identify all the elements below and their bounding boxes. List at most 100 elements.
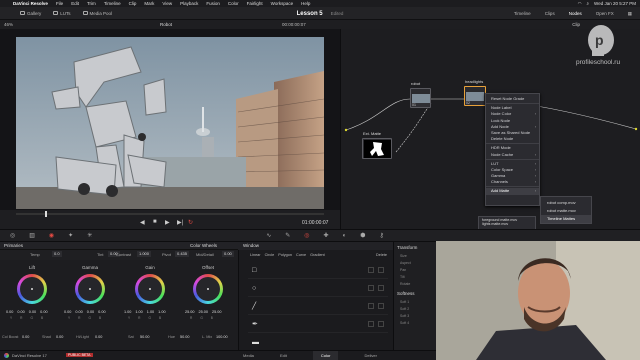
curves-icon[interactable]: ∿ bbox=[266, 232, 271, 239]
menu-item-reset-node-grade[interactable]: Reset Node Grade bbox=[486, 96, 539, 102]
magic-mask-icon[interactable]: ◐ bbox=[343, 233, 347, 239]
soft1-row[interactable]: Soft 1 bbox=[400, 299, 436, 306]
gain-b[interactable]: 1.00 bbox=[158, 310, 165, 314]
gamma-puck[interactable] bbox=[89, 288, 91, 290]
shad-value[interactable]: 0.00 bbox=[56, 335, 63, 339]
node-headlights[interactable]: headlights 02 bbox=[464, 79, 486, 106]
gain-g[interactable]: 1.00 bbox=[147, 310, 154, 314]
window-icon[interactable]: ◎ bbox=[304, 232, 309, 239]
menu-timeline[interactable]: Timeline bbox=[104, 1, 121, 6]
window-row-circle[interactable]: ○ bbox=[248, 281, 388, 297]
checkbox[interactable] bbox=[378, 267, 384, 273]
menu-color[interactable]: Color bbox=[228, 1, 239, 6]
menu-item-add-matte[interactable]: Add Matte › bbox=[486, 188, 539, 195]
menu-file[interactable]: File bbox=[56, 1, 63, 6]
open-fx-toggle[interactable]: Open FX bbox=[596, 11, 614, 16]
menu-fusion[interactable]: Fusion bbox=[206, 1, 220, 6]
offset-puck[interactable] bbox=[207, 288, 209, 290]
menu-item-channels[interactable]: Channels › bbox=[486, 179, 539, 185]
search-icon[interactable]: ⌕ bbox=[587, 1, 590, 6]
checkbox[interactable] bbox=[378, 321, 384, 327]
luts-button[interactable]: LUTs bbox=[53, 11, 71, 16]
submenu-item-timeline-mattes[interactable]: Timeline Mattes bbox=[541, 215, 591, 223]
page-tab-media[interactable]: Media bbox=[243, 353, 254, 358]
menu-item-node-cache[interactable]: Node Cache › bbox=[486, 152, 539, 158]
checkbox[interactable] bbox=[368, 321, 374, 327]
clips-toggle[interactable]: Clips bbox=[545, 11, 555, 16]
menu-item-delete-node[interactable]: Delete Node bbox=[486, 136, 539, 142]
pivot-value[interactable]: 0.435 bbox=[175, 251, 190, 257]
wifi-icon[interactable]: ◠ bbox=[578, 1, 582, 7]
qualifier-icon[interactable]: ✎ bbox=[285, 232, 290, 239]
media-pool-button[interactable]: Media Pool bbox=[82, 11, 112, 16]
mid-detail-value[interactable]: 0.00 bbox=[222, 251, 234, 257]
soft2-row[interactable]: Soft 2 bbox=[400, 306, 436, 313]
soft4-row[interactable]: Soft 4 bbox=[400, 320, 436, 327]
contrast-value[interactable]: 1.000 bbox=[137, 251, 152, 257]
gamma-g[interactable]: 0.00 bbox=[87, 310, 94, 314]
lmix-value[interactable]: 100.00 bbox=[216, 335, 228, 339]
gain-y[interactable]: 1.00 bbox=[124, 310, 131, 314]
menu-edit[interactable]: Edit bbox=[71, 1, 79, 6]
checkbox[interactable] bbox=[378, 303, 384, 309]
menu-playback[interactable]: Playback bbox=[180, 1, 198, 6]
camera-raw-icon[interactable]: ◎ bbox=[10, 232, 15, 239]
submenu-item-robot-comp[interactable]: robot comp.mov bbox=[541, 199, 591, 207]
temp-value[interactable]: 0.0 bbox=[52, 251, 62, 257]
next-frame-icon[interactable]: ▶| bbox=[177, 219, 183, 226]
circle-button[interactable]: Circle bbox=[265, 253, 275, 257]
viewer-image[interactable] bbox=[16, 37, 324, 209]
window-row-polygon[interactable]: ╱ bbox=[248, 299, 388, 315]
checkbox[interactable] bbox=[368, 303, 374, 309]
lightbox-icon[interactable]: ▦ bbox=[628, 11, 632, 17]
key-icon[interactable]: ⚷ bbox=[379, 232, 383, 239]
aspect-row[interactable]: Aspect bbox=[400, 260, 436, 267]
menu-mark[interactable]: Mark bbox=[144, 1, 154, 6]
nodes-toggle[interactable]: Nodes bbox=[569, 11, 582, 16]
submenu-item-robot-matte[interactable]: robot matte.mov bbox=[541, 207, 591, 215]
gallery-button[interactable]: Gallery bbox=[20, 11, 41, 16]
window-row-curve[interactable]: ✒ bbox=[248, 317, 388, 333]
submenu-item-lights-matte[interactable]: lights matte.mov bbox=[482, 222, 532, 226]
checkbox[interactable] bbox=[368, 267, 374, 273]
offset-b[interactable]: 25.00 bbox=[212, 310, 222, 314]
linear-button[interactable]: Linear bbox=[250, 253, 261, 257]
gradient-button[interactable]: Gradient bbox=[310, 253, 325, 257]
lift-g[interactable]: 0.00 bbox=[29, 310, 36, 314]
tracker-icon[interactable]: ✚ bbox=[324, 232, 329, 239]
scrubber-track[interactable] bbox=[16, 213, 324, 215]
menu-help[interactable]: Help bbox=[301, 1, 310, 6]
soft3-row[interactable]: Soft 3 bbox=[400, 313, 436, 320]
zoom-level[interactable]: 46% bbox=[4, 22, 13, 27]
play-icon[interactable]: ▶ bbox=[165, 219, 170, 226]
gamma-r[interactable]: 0.00 bbox=[75, 310, 82, 314]
loop-icon[interactable]: ↻ bbox=[188, 219, 193, 226]
delete-button[interactable]: Delete bbox=[376, 253, 387, 257]
col-boost-value[interactable]: 0.00 bbox=[22, 335, 29, 339]
color-wheels-icon[interactable]: ◉ bbox=[49, 232, 54, 239]
lift-r[interactable]: 0.00 bbox=[17, 310, 24, 314]
node-robot[interactable]: robot 01 bbox=[410, 81, 431, 108]
rgb-mixer-icon[interactable]: ✦ bbox=[68, 232, 73, 239]
gamma-b[interactable]: 0.00 bbox=[98, 310, 105, 314]
page-tab-deliver[interactable]: Deliver bbox=[364, 353, 376, 358]
page-tab-edit[interactable]: Edit bbox=[280, 353, 287, 358]
lift-puck[interactable] bbox=[31, 288, 33, 290]
primaries-mode[interactable]: Color Wheels bbox=[190, 243, 217, 248]
scrubber-handle[interactable] bbox=[45, 211, 47, 217]
lift-b[interactable]: 0.00 bbox=[40, 310, 47, 314]
hilight-value[interactable]: 0.00 bbox=[95, 335, 102, 339]
curve-button[interactable]: Curve bbox=[296, 253, 306, 257]
polygon-button[interactable]: Polygon bbox=[278, 253, 292, 257]
window-row-linear[interactable]: □ bbox=[248, 263, 388, 279]
tilt-row[interactable]: Tilt bbox=[400, 274, 436, 281]
checkbox[interactable] bbox=[368, 285, 374, 291]
pan-row[interactable]: Pan bbox=[400, 267, 436, 274]
node-ext-matte[interactable]: Ext. Matte bbox=[362, 131, 392, 159]
rotate-row[interactable]: Rotate bbox=[400, 281, 436, 288]
offset-g[interactable]: 25.00 bbox=[199, 310, 209, 314]
page-tab-color[interactable]: Color bbox=[312, 350, 339, 360]
app-menu[interactable]: DaVinci Resolve bbox=[13, 1, 48, 6]
menu-view[interactable]: View bbox=[162, 1, 172, 6]
sat-value[interactable]: 50.00 bbox=[140, 335, 150, 339]
